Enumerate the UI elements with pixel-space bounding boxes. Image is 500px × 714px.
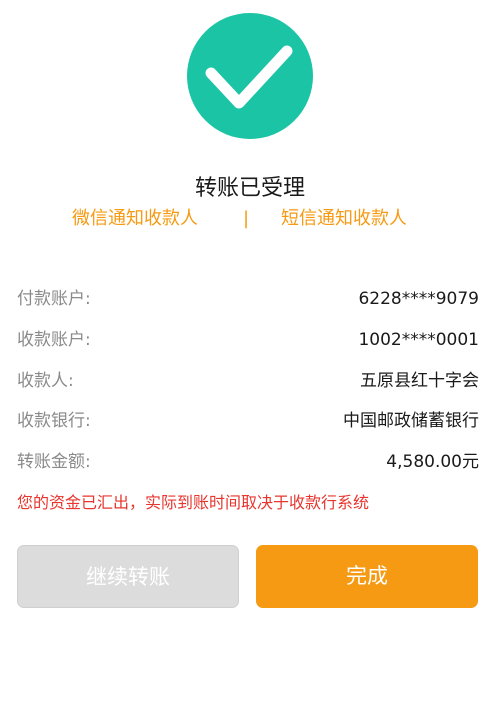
payer-account-label: 付款账户:: [17, 289, 91, 309]
payee-account-label: 收款账户:: [17, 330, 91, 350]
sms-notify-link[interactable]: 短信通知收款人: [281, 204, 407, 234]
funds-notice: 您的资金已汇出，实际到账时间取决于收款行系统: [17, 493, 370, 512]
notify-separator: |: [243, 208, 250, 229]
payee-name-label: 收款人:: [17, 371, 74, 391]
payee-name-row: 收款人: 五原县红十字会: [17, 366, 479, 396]
payee-name-value: 五原县红十字会: [360, 371, 479, 391]
transfer-amount-row: 转账金额: 4,580.00元: [17, 447, 479, 477]
payee-bank-label: 收款银行:: [17, 411, 91, 431]
payer-account-value: 6228****9079: [358, 289, 479, 309]
wechat-notify-link[interactable]: 微信通知收款人: [72, 204, 198, 234]
done-button[interactable]: 完成: [256, 545, 478, 608]
success-checkmark-icon: [187, 13, 313, 139]
payee-bank-row: 收款银行: 中国邮政储蓄银行: [17, 406, 479, 436]
transfer-result-page: 转账已受理 微信通知收款人 | 短信通知收款人 付款账户: 6228****90…: [0, 0, 500, 714]
payee-account-row: 收款账户: 1002****0001: [17, 325, 479, 355]
checkmark-icon: [205, 45, 293, 109]
payee-account-value: 1002****0001: [358, 330, 479, 350]
notify-options: 微信通知收款人 | 短信通知收款人: [0, 204, 500, 234]
payee-bank-value: 中国邮政储蓄银行: [343, 411, 479, 431]
continue-transfer-button[interactable]: 继续转账: [17, 545, 239, 608]
transfer-amount-label: 转账金额:: [17, 452, 91, 472]
page-title: 转账已受理: [194, 176, 305, 201]
payer-account-row: 付款账户: 6228****9079: [17, 284, 479, 314]
transfer-amount-value: 4,580.00元: [386, 452, 479, 472]
